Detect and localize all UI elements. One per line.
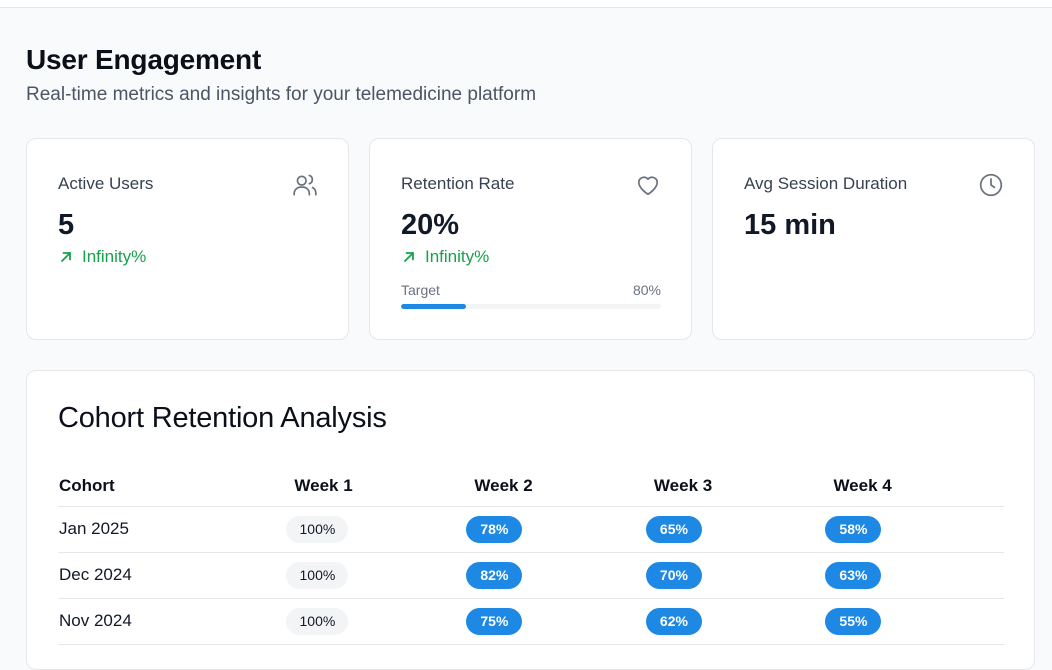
retention-pill: 75%: [466, 607, 523, 635]
target-label: Target: [401, 282, 440, 298]
retention-pill: 100%: [286, 561, 349, 589]
column-header: Cohort: [58, 466, 286, 507]
heart-icon: [635, 172, 661, 198]
target-value: 80%: [632, 282, 661, 298]
metric-value: 15 min: [744, 209, 836, 241]
retention-pill: 70%: [645, 561, 702, 589]
top-bar: [0, 0, 1052, 8]
progress-fill: [401, 304, 466, 309]
metric-card-retention-rate: Retention Rate 20% Infinity% Target 80%: [369, 138, 692, 340]
column-header: Week 3: [644, 466, 825, 507]
retention-pill: 58%: [825, 515, 882, 543]
metric-label: Avg Session Duration: [744, 174, 908, 193]
retention-pill: 100%: [286, 607, 349, 635]
cohort-retention-card: Cohort Retention Analysis Cohort Week 1 …: [26, 370, 1035, 670]
cohort-name: Jan 2025: [58, 506, 286, 553]
metric-value: 20%: [401, 209, 460, 241]
page-header: User Engagement Real-time metrics and in…: [26, 44, 536, 106]
retention-pill: 65%: [645, 515, 702, 543]
retention-pill: 78%: [466, 515, 523, 543]
metric-card-active-users: Active Users 5 Infinity%: [26, 138, 349, 340]
page-subtitle: Real-time metrics and insights for your …: [26, 84, 537, 105]
metric-label: Retention Rate: [401, 174, 515, 193]
cohort-name: Dec 2024: [58, 552, 286, 599]
retention-pill: 63%: [825, 561, 882, 589]
cohort-table: Cohort Week 1 Week 2 Week 3 Week 4 Jan 2…: [58, 466, 1004, 645]
trend-value: Infinity%: [425, 247, 490, 266]
column-header: Week 2: [465, 466, 645, 507]
table-row: Nov 2024 100% 75% 62% 55%: [58, 598, 1004, 645]
trend-value: Infinity%: [82, 247, 147, 266]
trend-indicator: Infinity%: [58, 247, 146, 267]
target-progress: Target 80%: [401, 282, 661, 309]
metric-label: Active Users: [58, 174, 154, 193]
arrow-up-right-icon: [401, 249, 417, 265]
retention-pill: 55%: [825, 607, 882, 635]
column-header: Week 4: [824, 466, 1004, 507]
metric-card-avg-session-duration: Avg Session Duration 15 min: [712, 138, 1035, 340]
table-header-row: Cohort Week 1 Week 2 Week 3 Week 4: [58, 466, 1004, 507]
arrow-up-right-icon: [58, 249, 74, 265]
retention-pill: 100%: [286, 515, 349, 543]
table-row: Jan 2025 100% 78% 65% 58%: [58, 506, 1004, 553]
trend-indicator: Infinity%: [401, 247, 489, 267]
page-title: User Engagement: [26, 44, 262, 75]
table-row: Dec 2024 100% 82% 70% 63%: [58, 552, 1004, 599]
cohort-name: Nov 2024: [58, 598, 286, 645]
clock-icon: [978, 172, 1004, 198]
cohort-title: Cohort Retention Analysis: [58, 402, 387, 434]
metric-value: 5: [58, 209, 75, 241]
retention-pill: 82%: [466, 561, 523, 589]
users-icon: [292, 172, 318, 198]
column-header: Week 1: [285, 466, 466, 507]
retention-pill: 62%: [645, 607, 702, 635]
progress-bar: [401, 304, 661, 309]
